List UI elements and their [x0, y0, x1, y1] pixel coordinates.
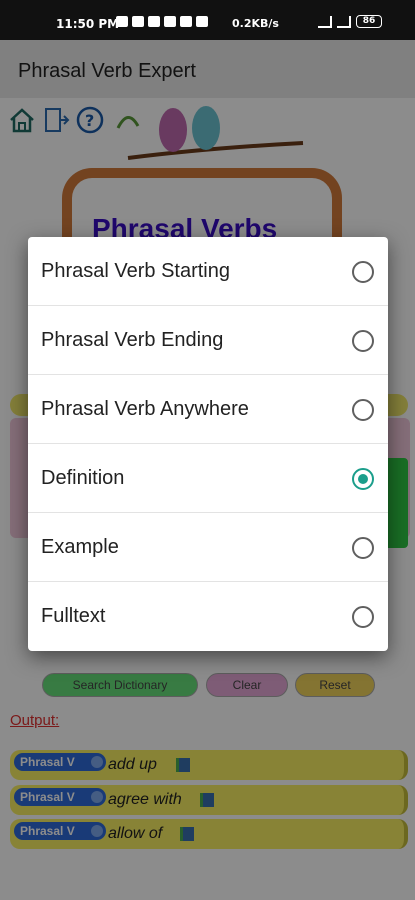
wifi-icon — [318, 15, 332, 28]
video-icon — [196, 16, 208, 27]
missed-call-icon — [180, 16, 192, 27]
option-example[interactable]: Example — [28, 513, 388, 582]
radio-button[interactable] — [352, 399, 374, 421]
notification-icons — [116, 16, 208, 27]
status-time: 11:50 PM — [56, 17, 120, 31]
network-speed: 0.2KB/s — [232, 17, 279, 30]
youtube-icon — [132, 16, 144, 27]
option-label: Definition — [41, 467, 125, 489]
option-label: Phrasal Verb Anywhere — [41, 398, 249, 420]
radio-button[interactable] — [352, 330, 374, 352]
battery-icon: 86 — [356, 15, 382, 28]
radio-button-selected[interactable] — [352, 468, 374, 490]
option-label: Example — [41, 536, 119, 558]
radio-button[interactable] — [352, 606, 374, 628]
option-definition[interactable]: Definition — [28, 444, 388, 513]
option-phrasal-verb-ending[interactable]: Phrasal Verb Ending — [28, 306, 388, 375]
radio-button[interactable] — [352, 537, 374, 559]
option-label: Phrasal Verb Starting — [41, 260, 230, 282]
signal-icon — [337, 15, 351, 28]
option-phrasal-verb-starting[interactable]: Phrasal Verb Starting — [28, 237, 388, 306]
pin-icon — [148, 16, 160, 27]
facebook-icon — [164, 16, 176, 27]
option-label: Phrasal Verb Ending — [41, 329, 224, 351]
youtube-icon — [116, 16, 128, 27]
option-fulltext[interactable]: Fulltext — [28, 582, 388, 651]
search-type-dialog: Phrasal Verb Starting Phrasal Verb Endin… — [28, 237, 388, 651]
system-icons: 86 — [318, 15, 382, 28]
option-phrasal-verb-anywhere[interactable]: Phrasal Verb Anywhere — [28, 375, 388, 444]
status-bar: 11:50 PM 0.2KB/s 86 — [0, 0, 415, 40]
radio-button[interactable] — [352, 261, 374, 283]
option-label: Fulltext — [41, 605, 106, 627]
